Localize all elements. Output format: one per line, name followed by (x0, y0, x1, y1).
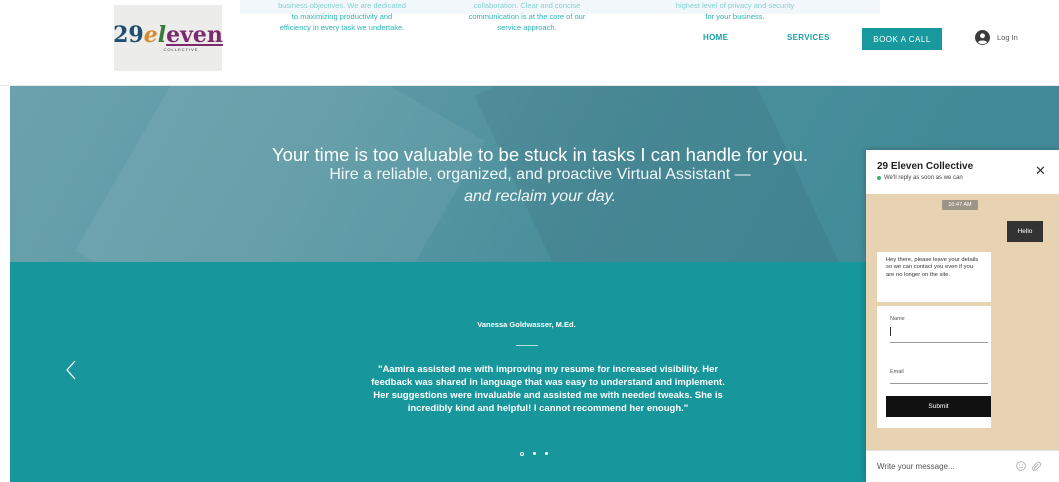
site-header: 29eleven COLLECTIVE business objectives.… (0, 0, 1059, 86)
attachment-icon[interactable] (1031, 461, 1041, 471)
intro-text-privacy: highest level of privacy and security fo… (655, 0, 815, 22)
slider-dot[interactable] (520, 451, 524, 456)
intro-text-line: service approach. (497, 23, 557, 32)
logo[interactable]: 29eleven COLLECTIVE (113, 5, 223, 71)
testimonial-quote: "Aamira assisted me with improving my re… (371, 364, 725, 414)
contact-form: Name Email Submit (877, 306, 991, 428)
testimonial-divider (516, 345, 538, 346)
intro-text-line: to maximizing productivity and (291, 12, 393, 21)
login-label: Log In (997, 33, 1018, 42)
page: 29eleven COLLECTIVE business objectives.… (0, 0, 1059, 482)
logo-letter-e: e (143, 22, 158, 48)
chat-message-input[interactable]: Write your message... (866, 450, 1059, 482)
bot-message: Hey there, please leave your details so … (877, 252, 991, 302)
slider-dot[interactable] (545, 452, 548, 455)
nav-home-link[interactable]: HOME (703, 33, 728, 42)
close-icon[interactable]: ✕ (1035, 164, 1046, 177)
intro-text-line: communication is at the core of our (468, 12, 586, 21)
chat-widget: 29 Eleven Collective We'll reply as soon… (866, 150, 1059, 482)
intro-text-communication: collaboration. Clear and concise communi… (432, 0, 622, 33)
intro-text-cut-line: highest level of privacy and security (675, 1, 795, 10)
online-status-dot (877, 176, 881, 180)
login-button[interactable]: Log In (975, 30, 1018, 45)
intro-text-cut-line: collaboration. Clear and concise (473, 1, 581, 10)
chat-status: We'll reply as soon as we can (877, 175, 963, 181)
chevron-left-icon[interactable] (65, 360, 77, 380)
name-field-label: Name (890, 316, 905, 322)
user-message: Hello (1007, 221, 1043, 242)
chat-messages: 10:47 AM Hello Hey there, please leave y… (866, 194, 1059, 450)
message-timestamp: 10:47 AM (942, 200, 978, 210)
chat-status-text: We'll reply as soon as we can (884, 175, 963, 181)
logo-subtitle: COLLECTIVE (163, 47, 199, 52)
text-cursor (890, 327, 891, 336)
submit-button[interactable]: Submit (886, 396, 991, 417)
emoji-icon[interactable] (1016, 461, 1026, 471)
intro-text-line: for your business. (705, 12, 765, 21)
nav-services-link[interactable]: SERVICES (787, 33, 830, 42)
book-a-call-button[interactable]: BOOK A CALL (862, 28, 942, 50)
name-field[interactable] (890, 342, 988, 343)
intro-text-productivity: business objectives. We are dedicated to… (252, 0, 432, 33)
email-field[interactable] (890, 383, 988, 384)
user-circle-icon (975, 30, 990, 45)
logo-word-rest: even (166, 22, 223, 48)
logo-number: 29 (113, 22, 144, 48)
intro-text-line: efficiency in every task we undertake. (279, 23, 405, 32)
intro-text-cut-line: business objectives. We are dedicated (278, 1, 406, 10)
chat-header: 29 Eleven Collective We'll reply as soon… (866, 150, 1059, 194)
slider-dots (520, 451, 548, 456)
email-field-label: Email (890, 369, 904, 375)
slider-dot[interactable] (533, 452, 536, 455)
logo-letter-l: l (157, 22, 167, 48)
chat-input-placeholder: Write your message... (877, 462, 955, 471)
chat-title: 29 Eleven Collective (877, 161, 974, 172)
logo-wordmark: 29eleven (113, 24, 223, 46)
